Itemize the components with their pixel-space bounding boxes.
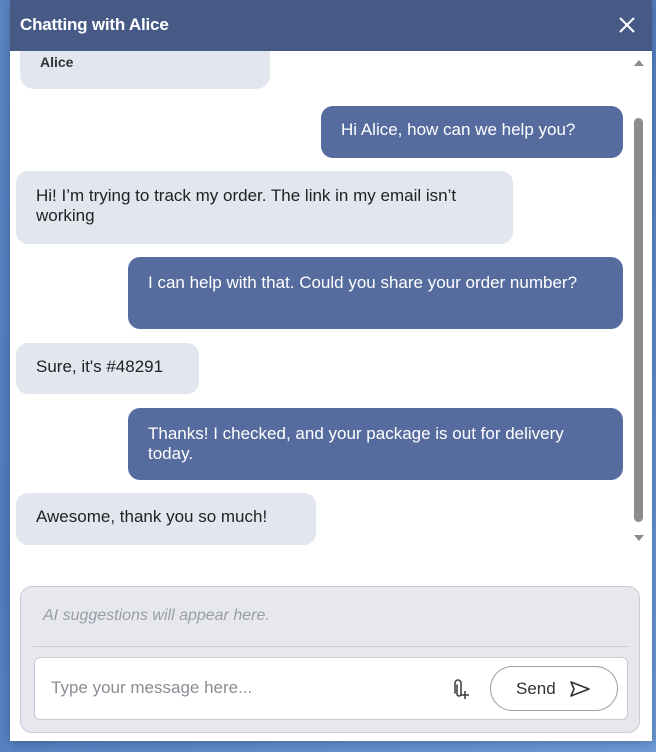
send-button-label: Send bbox=[516, 679, 556, 698]
message-text: Hi Alice, how can we help you? bbox=[341, 120, 576, 139]
sender-name: Alice bbox=[40, 54, 74, 70]
window-title: Chatting with Alice bbox=[20, 15, 169, 34]
chat-window: Chatting with Alice Alice Hi Alice, how … bbox=[10, 0, 652, 741]
scrollbar-thumb[interactable] bbox=[634, 118, 643, 522]
message-agent: Hi Alice, how can we help you? bbox=[321, 106, 623, 158]
message-agent: I can help with that. Could you share yo… bbox=[128, 257, 623, 329]
message-text: Hi! I’m trying to track my order. The li… bbox=[36, 186, 457, 225]
message-scrollbar[interactable] bbox=[632, 51, 646, 545]
sender-name-bubble: Alice bbox=[20, 51, 270, 89]
title-bar: Chatting with Alice bbox=[10, 0, 652, 51]
message-text: Thanks! I checked, and your package is o… bbox=[148, 424, 564, 463]
close-icon[interactable] bbox=[612, 10, 642, 40]
composer-panel: AI suggestions will appear here. Send bbox=[20, 586, 640, 733]
message-input-box: Send bbox=[34, 657, 628, 720]
message-text: Sure, it's #48291 bbox=[36, 357, 164, 376]
attach-icon[interactable] bbox=[451, 677, 471, 701]
ai-suggestions-text: AI suggestions will appear here. bbox=[43, 607, 270, 624]
send-icon bbox=[570, 681, 590, 697]
message-list: Alice Hi Alice, how can we help you? Hi!… bbox=[10, 51, 652, 565]
message-user: Sure, it's #48291 bbox=[16, 343, 199, 394]
message-text: Awesome, thank you so much! bbox=[36, 507, 268, 526]
message-agent: Thanks! I checked, and your package is o… bbox=[128, 408, 623, 480]
scroll-down-arrow-icon[interactable] bbox=[633, 531, 645, 543]
divider bbox=[33, 646, 629, 647]
send-button[interactable]: Send bbox=[490, 666, 618, 711]
scroll-up-arrow-icon[interactable] bbox=[633, 56, 645, 68]
message-user: Awesome, thank you so much! bbox=[16, 493, 316, 545]
message-user: Hi! I’m trying to track my order. The li… bbox=[16, 171, 513, 244]
message-input[interactable] bbox=[51, 676, 431, 700]
message-text: I can help with that. Could you share yo… bbox=[148, 273, 578, 292]
